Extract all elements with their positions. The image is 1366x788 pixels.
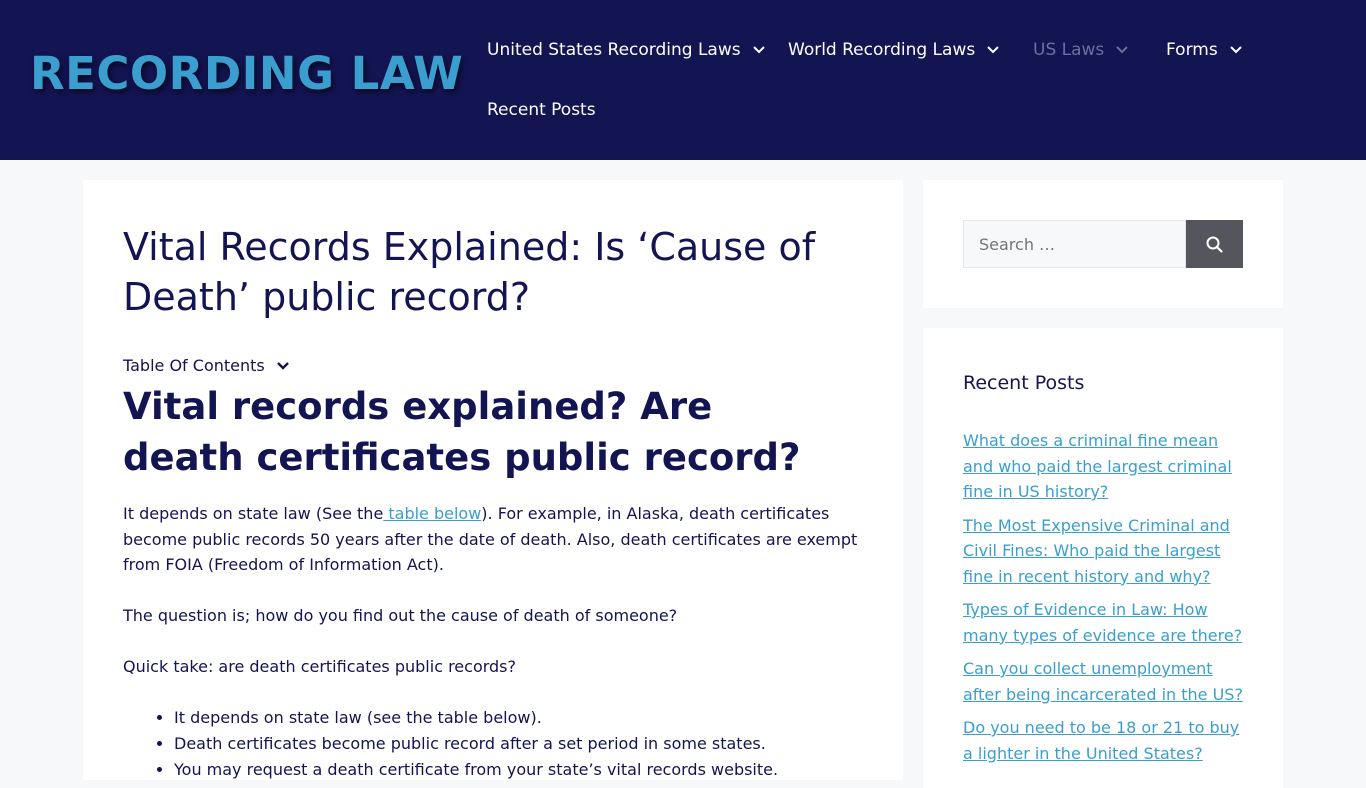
list-item: Death certificates become public record … (174, 731, 914, 757)
chevron-down-icon (1229, 46, 1242, 54)
nav-world-recording-laws[interactable]: World Recording Laws (788, 40, 999, 60)
chevron-down-icon (276, 361, 289, 370)
article-paragraph-3: Quick take: are death certificates publi… (123, 657, 517, 676)
nav-forms[interactable]: Forms (1166, 40, 1242, 60)
recent-post-link[interactable]: What does a criminal fine mean and who p… (963, 431, 1232, 501)
list-item: You may request a death certificate from… (174, 757, 914, 783)
list-item: Types of Evidence in Law: How many types… (963, 597, 1243, 648)
search-input[interactable] (963, 220, 1186, 268)
list-item: The Most Expensive Criminal and Civil Fi… (963, 513, 1243, 590)
list-item: It depends on state law (see the table b… (174, 705, 914, 731)
recent-posts-list: What does a criminal fine mean and who p… (963, 428, 1243, 774)
search-button[interactable] (1186, 220, 1243, 268)
recent-posts-title: Recent Posts (963, 372, 1085, 394)
page-title: Vital Records Explained: Is ‘Cause of De… (123, 225, 816, 319)
nav-label: Recent Posts (487, 100, 596, 120)
recent-post-link[interactable]: Types of Evidence in Law: How many types… (963, 600, 1242, 645)
site-header: RECORDING LAW United States Recording La… (0, 0, 1366, 160)
chevron-down-icon (752, 46, 765, 54)
recent-post-link[interactable]: Can you collect unemployment after being… (963, 659, 1243, 704)
nav-label: United States Recording Laws (487, 40, 741, 60)
recent-post-link[interactable]: Do you need to be 18 or 21 to buy a ligh… (963, 718, 1239, 763)
recent-post-link[interactable]: The Most Expensive Criminal and Civil Fi… (963, 516, 1230, 586)
article-heading: Vital records explained? Are death certi… (123, 385, 801, 479)
nav-united-states-recording-laws[interactable]: United States Recording Laws (487, 40, 765, 60)
search-icon (1206, 236, 1223, 253)
nav-us-laws[interactable]: US Laws (1033, 40, 1129, 60)
nav-label: World Recording Laws (788, 40, 976, 60)
nav-recent-posts[interactable]: Recent Posts (487, 100, 596, 120)
nav-label: Forms (1166, 40, 1218, 60)
article-paragraph-1: It depends on state law (See the table b… (123, 501, 863, 578)
list-item: What does a criminal fine mean and who p… (963, 428, 1243, 505)
paragraph-text: It depends on state law (See the (123, 504, 384, 523)
table-below-link[interactable]: table below (383, 504, 481, 523)
article-paragraph-2: The question is; how do you find out the… (123, 606, 678, 625)
chevron-down-icon (987, 46, 999, 54)
list-item: Can you collect unemployment after being… (963, 656, 1243, 707)
table-of-contents-toggle[interactable]: Table Of Contents (123, 356, 289, 375)
nav-label: US Laws (1033, 40, 1105, 60)
list-item: Do you need to be 18 or 21 to buy a ligh… (963, 715, 1243, 766)
quick-take-list: It depends on state law (see the table b… (123, 705, 914, 783)
toc-label: Table Of Contents (123, 356, 265, 375)
site-logo[interactable]: RECORDING LAW (30, 46, 463, 102)
chevron-down-icon (1116, 46, 1129, 54)
